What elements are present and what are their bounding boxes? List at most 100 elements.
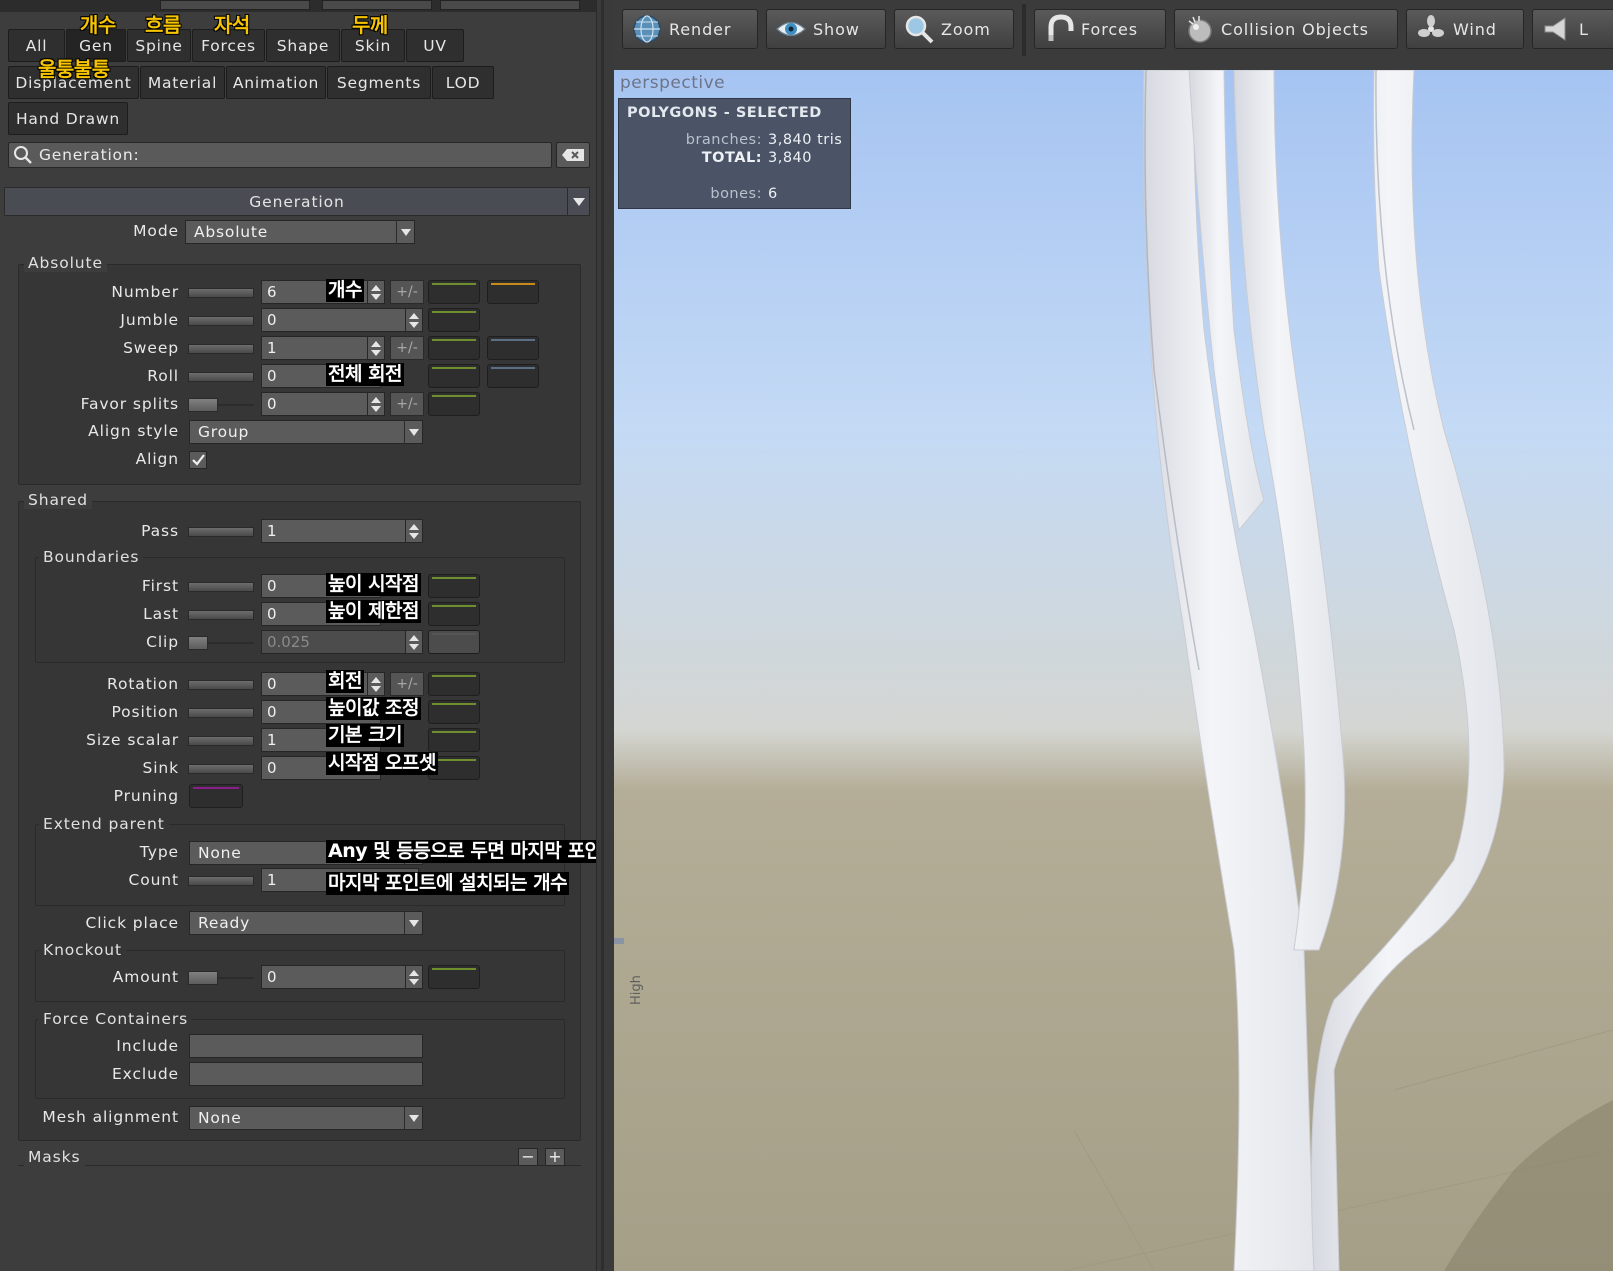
- tab-segments[interactable]: Segments: [327, 66, 431, 99]
- number-variance-curve[interactable]: [487, 280, 539, 304]
- jumble-curve-editor[interactable]: [428, 308, 480, 332]
- mode-dropdown[interactable]: Absolute: [185, 220, 415, 244]
- favor-splits-randomize-button[interactable]: +/-: [390, 392, 424, 416]
- pass-spinner[interactable]: [405, 519, 423, 543]
- chevron-down-icon: [404, 912, 422, 934]
- pass-input[interactable]: 1: [261, 519, 419, 543]
- tab-shape[interactable]: Shape: [266, 29, 340, 62]
- render-button[interactable]: Render: [622, 9, 758, 49]
- sweep-spinner[interactable]: [367, 336, 385, 360]
- sweep-slider[interactable]: [188, 342, 254, 356]
- click-place-value: Ready: [198, 914, 251, 932]
- clip-slider[interactable]: [188, 636, 254, 650]
- jumble-slider[interactable]: [188, 314, 254, 328]
- sink-slider[interactable]: [188, 762, 254, 776]
- count-slider[interactable]: [188, 874, 254, 888]
- sweep-curve-editor[interactable]: [428, 336, 480, 360]
- include-field[interactable]: [189, 1034, 423, 1058]
- size-scalar-curve-editor[interactable]: [428, 728, 480, 752]
- sweep-variance-curve[interactable]: [487, 336, 539, 360]
- amount-spinner[interactable]: [405, 965, 423, 989]
- stats-total-value: 3,840: [768, 150, 813, 166]
- tab-hand-drawn[interactable]: Hand Drawn: [8, 102, 128, 135]
- number-randomize-button[interactable]: +/-: [390, 280, 424, 304]
- align-style-dropdown[interactable]: Group: [189, 420, 423, 444]
- mesh-alignment-dropdown[interactable]: None: [189, 1106, 423, 1130]
- exclude-field[interactable]: [189, 1062, 423, 1086]
- tab-animation[interactable]: Animation: [226, 66, 326, 99]
- tab-label: Animation: [232, 73, 320, 92]
- position-label: Position: [111, 703, 179, 721]
- wind-label: Wind: [1453, 19, 1497, 39]
- masks-add-button[interactable]: +: [545, 1148, 565, 1166]
- search-input[interactable]: [35, 146, 535, 164]
- jumble-spinner[interactable]: [405, 308, 423, 332]
- collision-objects-button[interactable]: Collision Objects: [1174, 9, 1398, 49]
- number-slider[interactable]: [188, 286, 254, 300]
- first-slider[interactable]: [188, 580, 254, 594]
- stats-branches-label: branches:: [685, 132, 762, 148]
- stats-bones-row: bones: 6: [619, 186, 844, 202]
- amount-slider[interactable]: [188, 971, 254, 985]
- section-title: Generation: [249, 192, 345, 211]
- last-slider[interactable]: [188, 608, 254, 622]
- sweep-randomize-button[interactable]: +/-: [390, 336, 424, 360]
- shared-group-title: Shared: [24, 491, 92, 509]
- show-button[interactable]: Show: [766, 9, 886, 49]
- tab-uv[interactable]: UV: [406, 29, 464, 62]
- collision-objects-label: Collision Objects: [1221, 19, 1369, 39]
- collapse-arrow-icon[interactable]: [567, 188, 589, 215]
- pruning-curve-editor[interactable]: [189, 784, 243, 808]
- click-place-dropdown[interactable]: Ready: [189, 911, 423, 935]
- size-scalar-slider[interactable]: [188, 734, 254, 748]
- panel-splitter[interactable]: [596, 0, 614, 1271]
- position-curve-editor[interactable]: [428, 700, 480, 724]
- masks-divider: [18, 1165, 581, 1166]
- leaf-button[interactable]: L: [1532, 9, 1613, 49]
- favor-splits-slider[interactable]: [188, 398, 254, 412]
- clip-input[interactable]: 0.025: [261, 630, 419, 654]
- number-curve-editor[interactable]: [428, 280, 480, 304]
- rotation-spinner[interactable]: [367, 672, 385, 696]
- clip-spinner[interactable]: [405, 630, 423, 654]
- annotation-forces: 자석: [214, 13, 250, 37]
- 3d-viewport[interactable]: perspective POLYGONS - SELECTED branches…: [614, 70, 1613, 1271]
- zoom-button[interactable]: Zoom: [894, 9, 1014, 49]
- favor-splits-spinner[interactable]: [367, 392, 385, 416]
- fan-icon: [1413, 11, 1449, 47]
- generation-section-header[interactable]: Generation: [4, 187, 590, 216]
- clip-curve-editor[interactable]: [428, 630, 480, 654]
- rotation-slider[interactable]: [188, 678, 254, 692]
- note-number: 개수: [326, 279, 364, 302]
- tab-material[interactable]: Material: [140, 66, 225, 99]
- tab-lod[interactable]: LOD: [432, 66, 494, 99]
- favor-splits-curve-editor[interactable]: [428, 392, 480, 416]
- sweep-input[interactable]: 1: [261, 336, 381, 360]
- force-containers-group-title: Force Containers: [39, 1010, 193, 1028]
- amount-curve-editor[interactable]: [428, 965, 480, 989]
- jumble-label: Jumble: [120, 311, 179, 329]
- roll-slider[interactable]: [188, 370, 254, 384]
- rotation-randomize-button[interactable]: +/-: [390, 672, 424, 696]
- first-label: First: [141, 577, 179, 595]
- top-strip-tab[interactable]: [440, 0, 580, 10]
- number-spinner[interactable]: [367, 280, 385, 304]
- pass-slider[interactable]: [188, 525, 254, 539]
- position-slider[interactable]: [188, 706, 254, 720]
- wind-button[interactable]: Wind: [1406, 9, 1524, 49]
- clear-search-button[interactable]: [556, 142, 590, 168]
- pruning-label: Pruning: [113, 787, 179, 805]
- roll-variance-curve[interactable]: [487, 364, 539, 388]
- masks-remove-button[interactable]: −: [518, 1148, 538, 1166]
- jumble-input[interactable]: 0: [261, 308, 419, 332]
- annotation-spine: 흐름: [145, 13, 181, 37]
- favor-splits-input[interactable]: 0: [261, 392, 381, 416]
- rotation-curve-editor[interactable]: [428, 672, 480, 696]
- stats-bones-value: 6: [768, 186, 778, 202]
- last-curve-editor[interactable]: [428, 602, 480, 626]
- roll-curve-editor[interactable]: [428, 364, 480, 388]
- forces-button[interactable]: Forces: [1034, 9, 1166, 49]
- amount-input[interactable]: 0: [261, 965, 419, 989]
- align-checkbox[interactable]: [189, 451, 207, 469]
- first-curve-editor[interactable]: [428, 574, 480, 598]
